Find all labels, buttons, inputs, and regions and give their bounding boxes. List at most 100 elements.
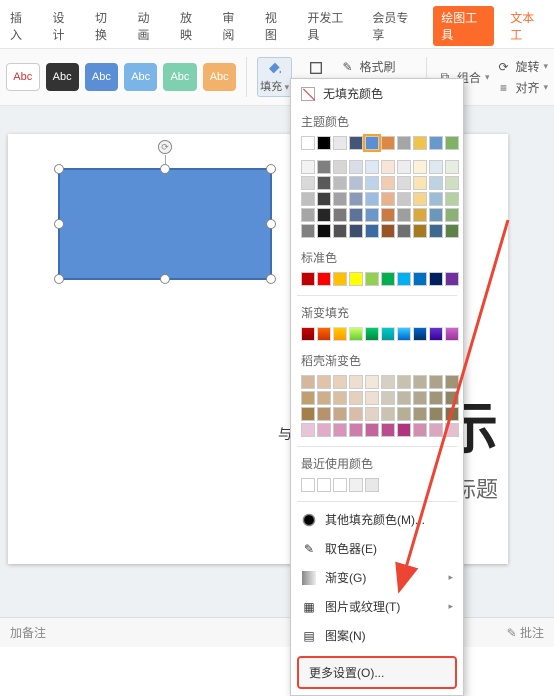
color-swatch[interactable]	[445, 224, 459, 238]
color-swatch[interactable]	[301, 272, 315, 286]
gradient-swatch[interactable]	[365, 423, 379, 437]
gradient-swatch[interactable]	[349, 375, 363, 389]
color-swatch[interactable]	[381, 136, 395, 150]
tab-insert[interactable]: 插入	[6, 7, 36, 45]
color-swatch[interactable]	[333, 272, 347, 286]
rotate-btn[interactable]: ⟳ 旋转 ▾	[495, 58, 548, 75]
shape-style-1[interactable]: Abc	[6, 63, 40, 91]
color-swatch[interactable]	[301, 192, 315, 206]
color-swatch[interactable]	[381, 272, 395, 286]
gradient-swatch[interactable]	[365, 407, 379, 421]
gradient-swatch[interactable]	[445, 391, 459, 405]
color-swatch[interactable]	[429, 272, 443, 286]
eyedropper-option[interactable]: ✎ 取色器(E)	[291, 534, 463, 563]
color-swatch[interactable]	[333, 192, 347, 206]
color-swatch[interactable]	[429, 176, 443, 190]
color-swatch[interactable]	[317, 478, 331, 492]
color-swatch[interactable]	[349, 160, 363, 174]
gradient-swatch[interactable]	[317, 327, 331, 341]
tab-vip[interactable]: 会员专享	[368, 7, 421, 45]
more-settings-option[interactable]: 更多设置(O)...	[297, 656, 457, 689]
color-swatch[interactable]	[349, 192, 363, 206]
color-swatch[interactable]	[317, 160, 331, 174]
gradient-swatch[interactable]	[397, 423, 411, 437]
no-fill-option[interactable]: 无填充颜色	[291, 79, 463, 108]
texture-option[interactable]: ▦ 图片或纹理(T) ▸	[291, 592, 463, 621]
color-swatch[interactable]	[317, 192, 331, 206]
gradient-swatch[interactable]	[333, 423, 347, 437]
gradient-swatch[interactable]	[349, 391, 363, 405]
color-swatch[interactable]	[445, 136, 459, 150]
add-notes[interactable]: 加备注	[10, 624, 46, 641]
resize-handle-tl[interactable]	[54, 164, 64, 174]
gradient-swatch[interactable]	[429, 375, 443, 389]
gradient-swatch[interactable]	[413, 375, 427, 389]
shape-style-2[interactable]: Abc	[46, 63, 79, 91]
color-swatch[interactable]	[301, 208, 315, 222]
gradient-swatch[interactable]	[445, 327, 459, 341]
gradient-swatch[interactable]	[413, 407, 427, 421]
gradient-swatch[interactable]	[429, 407, 443, 421]
shape-style-6[interactable]: Abc	[203, 63, 236, 91]
color-swatch[interactable]	[429, 224, 443, 238]
tab-slideshow[interactable]: 放映	[176, 7, 206, 45]
tab-review[interactable]: 审阅	[218, 7, 248, 45]
gradient-swatch[interactable]	[381, 327, 395, 341]
color-swatch[interactable]	[397, 160, 411, 174]
color-swatch[interactable]	[413, 176, 427, 190]
color-swatch[interactable]	[349, 224, 363, 238]
gradient-swatch[interactable]	[365, 327, 379, 341]
gradient-swatch[interactable]	[317, 391, 331, 405]
color-swatch[interactable]	[365, 478, 379, 492]
color-swatch[interactable]	[429, 160, 443, 174]
color-swatch[interactable]	[381, 192, 395, 206]
shape-style-3[interactable]: Abc	[85, 63, 118, 91]
gradient-swatch[interactable]	[397, 391, 411, 405]
color-swatch[interactable]	[397, 224, 411, 238]
color-swatch[interactable]	[445, 208, 459, 222]
color-swatch[interactable]	[333, 208, 347, 222]
gradient-swatch[interactable]	[349, 423, 363, 437]
color-swatch[interactable]	[333, 176, 347, 190]
color-swatch[interactable]	[317, 208, 331, 222]
color-swatch[interactable]	[317, 272, 331, 286]
tab-dev[interactable]: 开发工具	[303, 7, 356, 45]
color-swatch[interactable]	[445, 160, 459, 174]
tab-text-tools[interactable]: 文本工	[506, 7, 548, 45]
gradient-swatch[interactable]	[381, 391, 395, 405]
selected-rectangle-shape[interactable]: ⟳	[58, 168, 272, 280]
gradient-swatch[interactable]	[301, 391, 315, 405]
color-swatch[interactable]	[365, 272, 379, 286]
color-swatch[interactable]	[397, 192, 411, 206]
resize-handle-tr[interactable]	[266, 164, 276, 174]
color-swatch[interactable]	[445, 272, 459, 286]
shape-style-4[interactable]: Abc	[124, 63, 157, 91]
comments-btn[interactable]: ✎ 批注	[507, 624, 544, 641]
color-swatch[interactable]	[397, 136, 411, 150]
color-swatch[interactable]	[365, 160, 379, 174]
color-swatch[interactable]	[349, 478, 363, 492]
rotate-handle[interactable]: ⟳	[158, 140, 172, 154]
color-swatch[interactable]	[317, 176, 331, 190]
color-swatch[interactable]	[413, 136, 427, 150]
color-swatch[interactable]	[349, 136, 363, 150]
color-swatch[interactable]	[301, 136, 315, 150]
color-swatch[interactable]	[381, 208, 395, 222]
gradient-swatch[interactable]	[301, 423, 315, 437]
color-swatch[interactable]	[301, 160, 315, 174]
tab-design[interactable]: 设计	[48, 7, 78, 45]
gradient-swatch[interactable]	[397, 327, 411, 341]
color-swatch[interactable]	[381, 224, 395, 238]
color-swatch[interactable]	[365, 176, 379, 190]
gradient-swatch[interactable]	[365, 391, 379, 405]
color-swatch[interactable]	[301, 176, 315, 190]
format-painter[interactable]: ✎ 格式刷	[340, 58, 417, 75]
color-swatch[interactable]	[333, 478, 347, 492]
color-swatch[interactable]	[413, 192, 427, 206]
gradient-swatch[interactable]	[445, 407, 459, 421]
gradient-swatch[interactable]	[429, 391, 443, 405]
gradient-swatch[interactable]	[429, 423, 443, 437]
fill-dropdown[interactable]: 填充 ▾	[257, 57, 293, 97]
gradient-swatch[interactable]	[333, 407, 347, 421]
color-swatch[interactable]	[349, 272, 363, 286]
